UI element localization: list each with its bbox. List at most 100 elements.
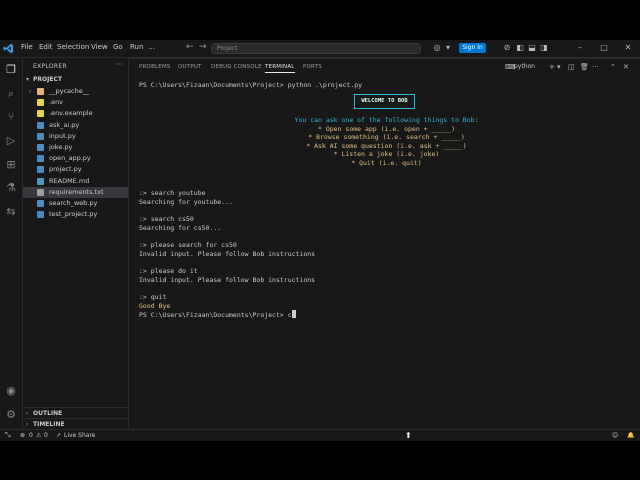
- live-share-icon[interactable]: ↗: [56, 432, 61, 439]
- error-icon[interactable]: ⊗: [20, 432, 25, 439]
- gear-icon[interactable]: ⚙: [4, 408, 18, 422]
- customize-layout-icon[interactable]: ⊘: [502, 43, 512, 53]
- copilot-status-icon[interactable]: ☺: [612, 432, 618, 439]
- tab-problems[interactable]: PROBLEMS: [139, 64, 171, 70]
- explorer-files-icon[interactable]: ❐: [4, 63, 18, 77]
- add-terminal-icon[interactable]: +: [549, 63, 555, 71]
- menu-more[interactable]: …: [148, 43, 155, 51]
- menu-edit[interactable]: Edit: [39, 43, 53, 51]
- close-panel-icon[interactable]: ✕: [623, 63, 629, 71]
- terminal-line: Invalid input. Please follow Bob instruc…: [139, 275, 316, 284]
- close-icon[interactable]: ✕: [623, 43, 633, 53]
- menu-run[interactable]: Run: [130, 43, 143, 51]
- file-item[interactable]: search_web.py: [23, 198, 128, 209]
- search-placeholder: Project: [217, 45, 238, 52]
- py-file-icon: [37, 166, 44, 174]
- terminal-output[interactable]: PS C:\Users\Fizaan\Documents\Project> py…: [139, 81, 634, 426]
- option-line: * Browse something (i.e. search + _____): [308, 133, 465, 142]
- menu-selection[interactable]: Selection: [57, 43, 89, 51]
- py-file-icon: [37, 132, 44, 140]
- file-item[interactable]: project.py: [23, 164, 128, 175]
- command-center-search[interactable]: Project: [211, 43, 421, 54]
- toggle-sidebar-icon[interactable]: ◧: [515, 43, 525, 53]
- terminal-line: :> quit: [139, 293, 167, 301]
- warning-icon[interactable]: ⚠: [36, 432, 41, 439]
- remote-explorer-icon[interactable]: ⇆: [4, 205, 18, 219]
- toggle-secondary-sidebar-icon[interactable]: ◨: [539, 43, 549, 53]
- file-name: search_web.py: [49, 199, 98, 207]
- project-folder-header[interactable]: ▾ PROJECT: [23, 74, 128, 85]
- chevron-down-icon[interactable]: ▾: [443, 43, 453, 53]
- search-icon[interactable]: ⌕: [4, 87, 18, 101]
- tab-output[interactable]: OUTPUT: [178, 64, 202, 70]
- account-icon[interactable]: ◉: [4, 384, 18, 398]
- more-actions-icon[interactable]: ···: [115, 60, 123, 69]
- error-count[interactable]: 0: [29, 432, 33, 439]
- txt-file-icon: [37, 188, 44, 196]
- live-share-label[interactable]: Live Share: [64, 432, 95, 439]
- chevron-down-icon: ▾: [26, 76, 30, 83]
- file-item[interactable]: test_project.py: [23, 209, 128, 220]
- file-name: ask_ai.py: [49, 120, 80, 129]
- source-control-icon[interactable]: ⑂: [4, 110, 18, 124]
- forward-arrow-icon[interactable]: →: [199, 42, 207, 52]
- minimize-icon[interactable]: –: [575, 43, 585, 53]
- status-bar: ⤡ ⊗ 0 ⚠ 0 ↗ Live Share ☺ 🔔: [0, 429, 640, 441]
- chevron-right-icon: ›: [29, 88, 32, 95]
- tab-debug-console[interactable]: DEBUG CONSOLE: [211, 64, 262, 70]
- md-file-icon: [37, 177, 44, 185]
- trash-icon[interactable]: 🗑: [580, 63, 589, 71]
- maximize-icon[interactable]: □: [599, 43, 609, 53]
- file-item[interactable]: requirements.txt: [23, 186, 128, 198]
- file-item[interactable]: .env: [23, 97, 128, 108]
- notifications-bell-icon[interactable]: 🔔: [627, 432, 634, 439]
- file-item[interactable]: ask_ai.py: [23, 120, 128, 131]
- file-item[interactable]: › __pycache__: [23, 86, 128, 97]
- explorer-title: EXPLORER: [33, 63, 67, 70]
- tab-ports[interactable]: PORTS: [303, 64, 322, 70]
- toggle-panel-icon[interactable]: ⬓: [527, 43, 537, 53]
- terminal-line: :> search youtube: [139, 189, 206, 197]
- py-file-icon: [37, 200, 44, 207]
- file-item[interactable]: .env.example: [23, 108, 128, 119]
- menu-go[interactable]: Go: [113, 43, 123, 51]
- remote-indicator-icon[interactable]: ⤡: [5, 431, 11, 440]
- file-item[interactable]: README.md: [23, 176, 128, 187]
- warning-count[interactable]: 0: [44, 432, 48, 439]
- option-line: * Ask AI some question (i.e. ask + _____…: [306, 141, 467, 150]
- extensions-icon[interactable]: ⊞: [4, 158, 18, 172]
- vscode-window: File Edit Selection View Go Run … ← → Pr…: [0, 40, 640, 441]
- title-bar: File Edit Selection View Go Run … ← → Pr…: [0, 40, 640, 58]
- run-debug-icon[interactable]: ▷: [4, 134, 18, 148]
- file-item[interactable]: joke.py: [23, 142, 128, 153]
- more-actions-icon[interactable]: ···: [592, 63, 599, 71]
- file-name: README.md: [49, 176, 90, 185]
- menu-view[interactable]: View: [91, 43, 108, 51]
- terminal-line: :> please do it: [139, 267, 198, 275]
- split-terminal-icon[interactable]: ◫: [568, 63, 575, 71]
- option-line: * Quit (i.e. quit): [351, 159, 422, 167]
- file-item[interactable]: input.py: [23, 131, 128, 142]
- chevron-down-icon[interactable]: ▾: [557, 63, 561, 71]
- mouse-pointer-icon: ⬆: [405, 431, 412, 440]
- sign-in-button[interactable]: Sign In: [459, 43, 486, 53]
- py-file-icon: [37, 144, 44, 151]
- py-file-icon: [37, 155, 44, 163]
- vscode-logo-icon: [3, 43, 14, 54]
- terminal-command-line: PS C:\Users\Fizaan\Documents\Project> py…: [139, 81, 363, 89]
- file-item[interactable]: open_app.py: [23, 153, 128, 164]
- maximize-panel-icon[interactable]: ⌃: [610, 63, 616, 71]
- back-arrow-icon[interactable]: ←: [186, 42, 194, 52]
- terminal-name[interactable]: python: [514, 63, 535, 70]
- option-line: * Listen a joke (i.e. joke): [333, 150, 440, 159]
- menu-file[interactable]: File: [21, 43, 33, 51]
- file-name: test_project.py: [49, 210, 98, 219]
- file-name: requirements.txt: [49, 187, 104, 196]
- tab-terminal[interactable]: TERMINAL: [265, 64, 295, 73]
- terminal-line: :> please search for cs50: [139, 241, 237, 249]
- copilot-icon[interactable]: ◎: [432, 43, 442, 53]
- testing-flask-icon[interactable]: ⚗: [4, 181, 18, 195]
- env-file-icon: [37, 110, 44, 118]
- py-file-icon: [37, 211, 44, 219]
- terminal-line: Invalid input. Please follow Bob instruc…: [139, 249, 316, 258]
